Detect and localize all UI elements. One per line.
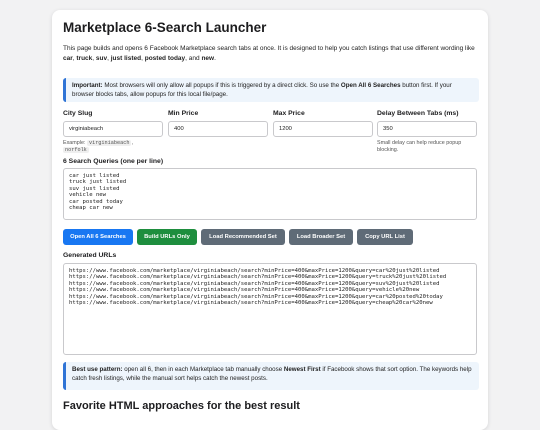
- hint-sep: ,: [131, 140, 133, 146]
- max-price-field: Max Price: [273, 110, 373, 137]
- launcher-card: Marketplace 6-Search Launcher This page …: [52, 10, 488, 430]
- keyword-new: new: [201, 54, 215, 62]
- keyword-just-listed: just listed: [110, 54, 142, 62]
- page-title: Marketplace 6-Search Launcher: [63, 20, 267, 35]
- min-price-label: Min Price: [168, 110, 199, 117]
- intro-text: This page builds and opens 6 Facebook Ma…: [63, 44, 479, 63]
- hint-code: virginiabeach: [86, 140, 132, 146]
- queries-textarea[interactable]: car just listed truck just listed suv ju…: [63, 168, 477, 220]
- action-buttons: Open All 6 Searches Build URLs Only Load…: [63, 229, 413, 245]
- open-all-searches-button[interactable]: Open All 6 Searches: [63, 229, 133, 245]
- delay-hint: Small delay can help reduce popup blocki…: [377, 140, 462, 153]
- city-slug-hint: Example: virginiabeach, norfolk: [63, 140, 163, 153]
- keyword-suv: suv: [95, 54, 108, 62]
- intro-sep: .: [214, 54, 216, 62]
- intro-part: This page builds and opens 6 Facebook Ma…: [63, 45, 475, 52]
- keyword-car: car: [63, 54, 73, 62]
- city-slug-label: City Slug: [63, 110, 93, 117]
- build-urls-button[interactable]: Build URLs Only: [137, 229, 197, 245]
- min-price-input[interactable]: [168, 121, 268, 137]
- hint-code: norfolk: [63, 146, 89, 153]
- important-notice: Important: Most browsers will only allow…: [63, 78, 479, 102]
- city-slug-input[interactable]: [63, 121, 163, 137]
- best-use-text: open all 6, then in each Marketplace tab…: [122, 366, 284, 373]
- max-price-label: Max Price: [273, 110, 305, 117]
- section-heading: Favorite HTML approaches for the best re…: [63, 400, 300, 412]
- intro-sep: , and: [185, 54, 202, 62]
- queries-label: 6 Search Queries (one per line): [63, 158, 164, 165]
- keyword-truck: truck: [76, 54, 93, 62]
- best-use-notice: Best use pattern: open all 6, then in ea…: [63, 362, 479, 390]
- newest-first-ref: Newest First: [283, 366, 321, 373]
- hint-prefix: Example:: [63, 140, 87, 146]
- delay-input[interactable]: [377, 121, 477, 137]
- generated-urls-textarea[interactable]: https://www.facebook.com/marketplace/vir…: [63, 263, 477, 355]
- load-broader-button[interactable]: Load Broader Set: [289, 229, 353, 245]
- copy-url-list-button[interactable]: Copy URL List: [357, 229, 413, 245]
- notice-button-ref: Open All 6 Searches: [340, 82, 401, 89]
- delay-field: Delay Between Tabs (ms) Small delay can …: [377, 110, 477, 153]
- notice-text: Most browsers will only allow all popups…: [102, 82, 341, 89]
- best-use-label: Best use pattern:: [72, 366, 123, 373]
- keyword-posted-today: posted today: [144, 54, 186, 62]
- load-recommended-button[interactable]: Load Recommended Set: [201, 229, 285, 245]
- max-price-input[interactable]: [273, 121, 373, 137]
- min-price-field: Min Price: [168, 110, 268, 137]
- delay-label: Delay Between Tabs (ms): [377, 110, 459, 117]
- city-slug-field: City Slug Example: virginiabeach, norfolk: [63, 110, 163, 153]
- generated-urls-label: Generated URLs: [63, 252, 117, 259]
- notice-label: Important:: [72, 82, 103, 89]
